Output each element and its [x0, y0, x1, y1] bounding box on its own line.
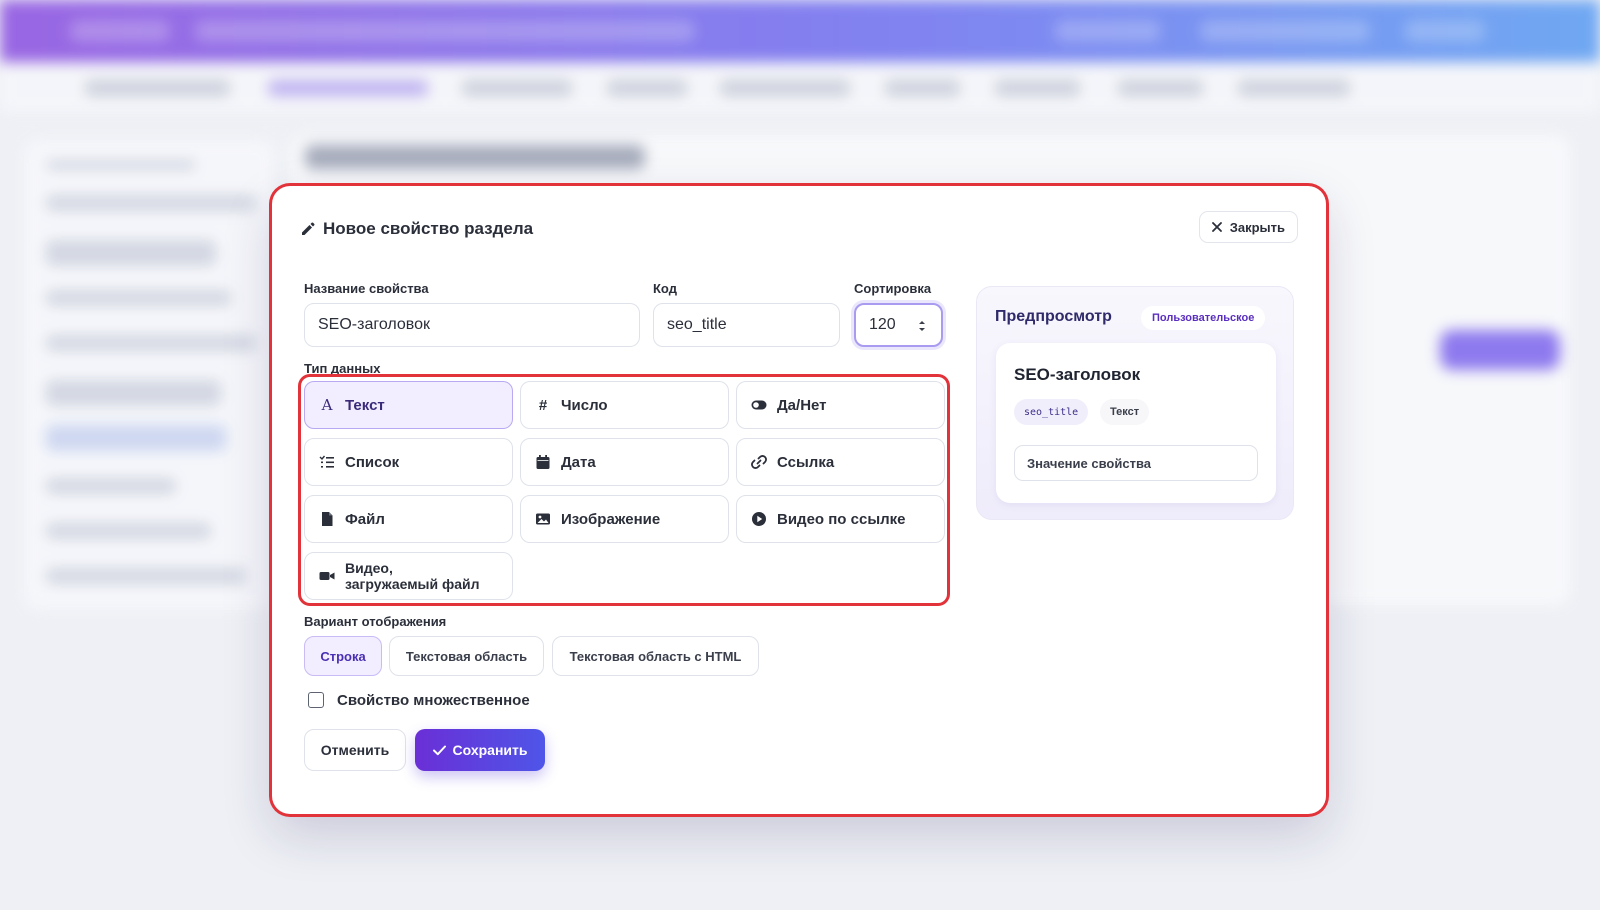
sort-stepper[interactable]: 120	[854, 303, 943, 347]
modal-title: Новое свойство раздела	[300, 219, 533, 239]
link-icon	[751, 455, 767, 469]
name-label: Название свойства	[304, 281, 429, 296]
display-variant-group: Строка Текстовая область Текстовая облас…	[304, 636, 956, 676]
type-option-date[interactable]: Дата	[520, 438, 729, 486]
display-option-textarea[interactable]: Текстовая область	[389, 636, 544, 676]
background-topbar	[0, 0, 1600, 62]
new-property-modal: Новое свойство раздела Закрыть Название …	[272, 186, 1326, 814]
type-option-list[interactable]: Список	[304, 438, 513, 486]
multiple-checkbox-label[interactable]: Свойство множественное	[337, 692, 530, 709]
preview-type-chip: Текст	[1100, 399, 1150, 425]
save-button[interactable]: Сохранить	[415, 729, 545, 771]
background-button	[1440, 330, 1560, 370]
stepper-arrows-icon[interactable]	[917, 319, 927, 333]
type-option-label: Список	[345, 453, 400, 471]
type-option-video-file[interactable]: Видео, загружаемый файл	[304, 552, 513, 600]
type-option-label: Видео, загружаемый файл	[345, 560, 480, 592]
save-button-label: Сохранить	[452, 742, 528, 758]
type-option-label-line2: загружаемый файл	[345, 576, 480, 592]
type-option-label: Да/Нет	[777, 396, 827, 414]
type-option-label-line1: Видео,	[345, 560, 393, 576]
play-icon	[752, 512, 766, 526]
multiple-checkbox[interactable]	[308, 692, 324, 708]
text-icon: A	[321, 396, 333, 414]
type-option-label: Ссылка	[777, 453, 835, 471]
display-option-line[interactable]: Строка	[304, 636, 382, 676]
preview-card: SEO-заголовок seo_title Текст Значение с…	[996, 343, 1276, 503]
file-icon	[322, 512, 333, 526]
video-camera-icon	[319, 572, 335, 580]
calendar-icon	[536, 455, 550, 469]
close-button[interactable]: Закрыть	[1198, 211, 1298, 243]
data-type-grid: A Текст # Число Да/Нет Список Дата Ссылк…	[298, 374, 956, 613]
type-option-label: Текст	[345, 396, 385, 414]
display-option-textarea-html[interactable]: Текстовая область с HTML	[552, 636, 759, 676]
type-option-text[interactable]: A Текст	[304, 381, 513, 429]
type-option-label: Видео по ссылке	[777, 510, 906, 528]
type-option-number[interactable]: # Число	[520, 381, 729, 429]
type-option-boolean[interactable]: Да/Нет	[736, 381, 945, 429]
check-icon	[432, 745, 446, 755]
cancel-button[interactable]: Отменить	[304, 729, 406, 771]
display-variant-label: Вариант отображения	[304, 614, 447, 629]
name-input[interactable]: SEO-заголовок	[304, 303, 640, 347]
background-title	[305, 145, 645, 169]
preview-card-title: SEO-заголовок	[1014, 365, 1141, 384]
preview-code-chip: seo_title	[1014, 399, 1089, 425]
background-sidebar	[24, 140, 274, 610]
preview-title: Предпросмотр	[995, 308, 1112, 325]
modal-title-text: Новое свойство раздела	[323, 219, 534, 238]
preview-value-input[interactable]: Значение свойства	[1014, 445, 1258, 481]
type-option-label: Файл	[345, 510, 385, 528]
close-icon	[1211, 222, 1222, 232]
sort-value: 120	[869, 316, 896, 333]
type-option-label: Число	[561, 396, 608, 414]
code-input[interactable]: seo_title	[653, 303, 840, 347]
type-option-label: Изображение	[561, 510, 661, 528]
sort-label: Сортировка	[854, 281, 932, 296]
type-option-image[interactable]: Изображение	[520, 495, 729, 543]
toggle-icon	[751, 400, 767, 410]
hash-icon: #	[538, 396, 548, 414]
type-option-video-link[interactable]: Видео по ссылке	[736, 495, 945, 543]
preview-badge: Пользовательское	[1141, 306, 1266, 330]
type-option-link[interactable]: Ссылка	[736, 438, 945, 486]
pencil-icon	[302, 222, 315, 235]
preview-panel: Предпросмотр Пользовательское SEO-заголо…	[976, 286, 1294, 520]
type-option-file[interactable]: Файл	[304, 495, 513, 543]
close-button-label: Закрыть	[1229, 219, 1285, 235]
code-label: Код	[653, 281, 677, 296]
data-type-label: Тип данных	[304, 361, 381, 376]
type-option-label: Дата	[561, 453, 596, 471]
background-nav	[0, 62, 1600, 114]
list-icon	[319, 455, 334, 468]
image-icon	[536, 513, 550, 525]
